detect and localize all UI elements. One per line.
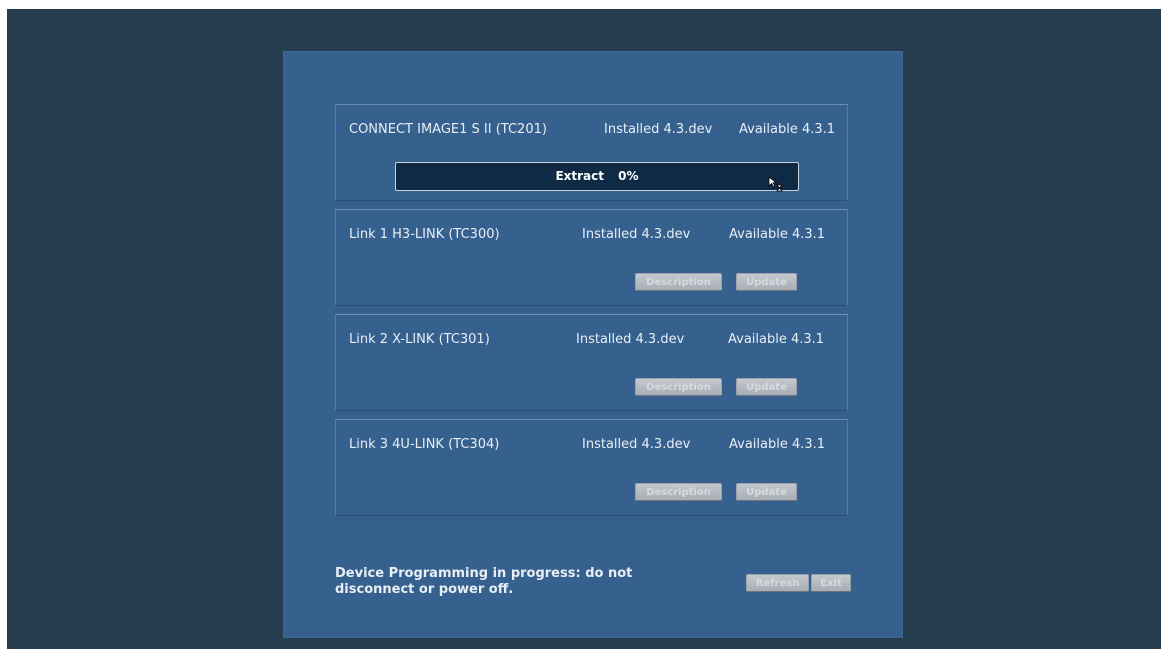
- device-name: Link 3 4U-LINK (TC304): [349, 437, 500, 452]
- update-button[interactable]: Update: [736, 378, 797, 396]
- available-version: Available 4.3.1: [728, 332, 825, 347]
- busy-pointer-icon: [768, 176, 783, 192]
- device-card-link-3: Link 3 4U-LINK (TC304) Installed 4.3.dev…: [335, 419, 848, 516]
- device-name: Link 2 X-LINK (TC301): [349, 332, 490, 347]
- available-version: Available 4.3.1: [729, 437, 826, 452]
- available-version: Available 4.3.1: [729, 227, 826, 242]
- description-button[interactable]: Description: [635, 378, 722, 396]
- installed-version: Installed 4.3.dev: [576, 332, 685, 347]
- device-card-connect-image1: CONNECT IMAGE1 S II (TC201) Installed 4.…: [335, 104, 848, 201]
- progress-label: Extract: [555, 169, 604, 183]
- extract-progress-bar: Extract 0%: [395, 162, 799, 192]
- device-programming-dialog: CONNECT IMAGE1 S II (TC201) Installed 4.…: [284, 52, 902, 637]
- update-button[interactable]: Update: [736, 483, 797, 501]
- description-button[interactable]: Description: [635, 483, 722, 501]
- update-button[interactable]: Update: [736, 273, 797, 291]
- device-card-link-1: Link 1 H3-LINK (TC300) Installed 4.3.dev…: [335, 209, 848, 306]
- screen-background: CONNECT IMAGE1 S II (TC201) Installed 4.…: [7, 9, 1161, 649]
- programming-warning-message: Device Programming in progress: do not d…: [335, 566, 633, 597]
- device-name: Link 1 H3-LINK (TC300): [349, 227, 500, 242]
- device-name: CONNECT IMAGE1 S II (TC201): [349, 122, 547, 137]
- installed-version: Installed 4.3.dev: [604, 122, 713, 137]
- progress-percent: 0%: [618, 169, 639, 183]
- device-card-link-2: Link 2 X-LINK (TC301) Installed 4.3.dev …: [335, 314, 848, 411]
- description-button[interactable]: Description: [635, 273, 722, 291]
- installed-version: Installed 4.3.dev: [582, 227, 691, 242]
- installed-version: Installed 4.3.dev: [582, 437, 691, 452]
- refresh-button[interactable]: Refresh: [746, 574, 809, 592]
- exit-button[interactable]: Exit: [811, 574, 851, 592]
- available-version: Available 4.3.1: [739, 122, 836, 137]
